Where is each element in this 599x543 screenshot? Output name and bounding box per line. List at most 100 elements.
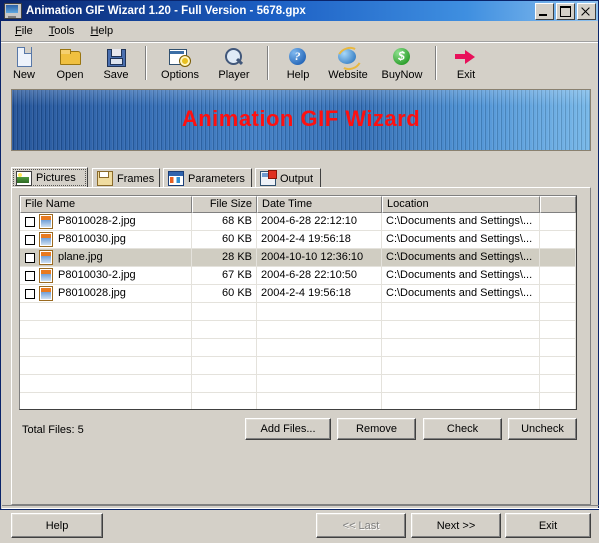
cell-empty	[192, 357, 257, 375]
output-icon	[260, 170, 277, 186]
file-name-text: P8010028.jpg	[58, 287, 126, 299]
cell-empty	[540, 375, 576, 393]
next-button[interactable]: Next >>	[411, 513, 501, 538]
tab-parameters[interactable]: Parameters	[163, 168, 252, 188]
menu-item-help[interactable]: Help	[82, 23, 121, 39]
help-question-icon: ?	[286, 46, 310, 68]
add-files-button[interactable]: Add Files...	[245, 418, 331, 440]
navigation-bar: Help << Last Next >> Exit	[11, 511, 591, 543]
table-row[interactable]: P8010028.jpg 60 KB 2004-2-4 19:56:18 C:\Doc…	[20, 285, 576, 303]
toolbar-label-exit: Exit	[456, 69, 476, 81]
table-row[interactable]: P8010028-2.jpg 68 KB 2004-6-28 22:12:10 C:\…	[20, 213, 576, 231]
row-checkbox[interactable]	[25, 288, 35, 299]
file-list[interactable]: File Name File Size Date Time Location P…	[19, 195, 577, 410]
cell-extra	[540, 267, 576, 285]
cell-empty	[20, 321, 192, 339]
footer-divider	[2, 505, 599, 509]
add-files-label: Add Files...	[260, 423, 316, 435]
cell-extra	[540, 285, 576, 303]
cell-empty	[257, 339, 382, 357]
last-button[interactable]: << Last	[316, 513, 406, 538]
cell-empty	[20, 375, 192, 393]
cell-empty	[192, 303, 257, 321]
uncheck-button[interactable]: Uncheck	[508, 418, 577, 440]
toolbar-button-new[interactable]: New	[1, 46, 47, 81]
cell-file-size: 60 KB	[192, 285, 257, 303]
table-row-empty	[20, 321, 576, 339]
tab-frames[interactable]: Frames	[92, 168, 160, 188]
cell-empty	[257, 393, 382, 409]
toolbar-separator-1	[145, 46, 147, 80]
file-name-text: P8010030.jpg	[58, 233, 126, 245]
table-row[interactable]: plane.jpg 28 KB 2004-10-10 12:36:10 C:\Docu…	[20, 249, 576, 267]
jpeg-file-icon	[39, 214, 53, 229]
table-row-empty	[20, 303, 576, 321]
toolbar-button-exit[interactable]: Exit	[443, 46, 489, 81]
table-row-empty	[20, 375, 576, 393]
row-checkbox[interactable]	[25, 252, 35, 263]
jpeg-file-icon	[39, 268, 53, 283]
cell-extra	[540, 213, 576, 231]
tab-parameters-label: Parameters	[188, 172, 245, 185]
table-row[interactable]: P8010030.jpg 60 KB 2004-2-4 19:56:18 C:\Doc…	[20, 231, 576, 249]
cell-file-size: 28 KB	[192, 249, 257, 267]
remove-label: Remove	[356, 423, 397, 435]
cell-empty	[540, 321, 576, 339]
cell-empty	[20, 339, 192, 357]
toolbar-label-player: Player	[218, 69, 250, 81]
row-checkbox[interactable]	[25, 270, 35, 281]
tab-output[interactable]: Output	[255, 168, 321, 188]
file-name-text: plane.jpg	[58, 251, 103, 263]
cell-empty	[382, 375, 540, 393]
check-button[interactable]: Check	[423, 418, 502, 440]
file-list-body: P8010028-2.jpg 68 KB 2004-6-28 22:12:10 C:\…	[20, 213, 576, 409]
application-window: Animation GIF Wizard 1.20 - Full Version…	[0, 0, 599, 538]
cell-empty	[20, 357, 192, 375]
cell-location: C:\Documents and Settings\...	[382, 285, 540, 303]
toolbar-button-open[interactable]: Open	[47, 46, 93, 81]
toolbar-button-save[interactable]: Save	[93, 46, 139, 81]
cell-empty	[540, 357, 576, 375]
column-header-extra[interactable]	[540, 196, 576, 213]
column-header-date-time[interactable]: Date Time	[257, 196, 382, 213]
maximize-button[interactable]	[556, 2, 575, 20]
menu-item-tools[interactable]: Tools	[41, 23, 83, 39]
table-row-empty	[20, 393, 576, 409]
remove-button[interactable]: Remove	[337, 418, 416, 440]
tab-pictures[interactable]: Pictures	[11, 167, 88, 188]
website-browser-icon	[334, 43, 365, 74]
toolbar-separator-2	[267, 46, 269, 80]
toolbar-button-player[interactable]: Player	[207, 46, 261, 81]
column-header-file-size[interactable]: File Size	[192, 196, 257, 213]
cell-empty	[382, 321, 540, 339]
row-checkbox[interactable]	[25, 216, 35, 227]
cell-extra	[540, 231, 576, 249]
toolbar-button-options[interactable]: Options	[153, 46, 207, 81]
minimize-button[interactable]	[535, 2, 554, 20]
toolbar-button-help[interactable]: ? Help	[275, 46, 321, 81]
row-checkbox[interactable]	[25, 234, 35, 245]
close-button[interactable]	[577, 2, 596, 20]
toolbar-button-website[interactable]: Website	[321, 43, 375, 81]
cell-empty	[382, 393, 540, 409]
tab-frames-label: Frames	[117, 172, 155, 185]
buynow-dollar-icon: $	[390, 46, 414, 68]
help-button[interactable]: Help	[11, 513, 103, 538]
toolbar-button-buynow[interactable]: $ BuyNow	[375, 46, 429, 81]
cell-empty	[257, 303, 382, 321]
column-header-location[interactable]: Location	[382, 196, 540, 213]
cell-empty	[192, 339, 257, 357]
menu-item-file[interactable]: File	[7, 23, 41, 39]
menu-item-help-rest: elp	[98, 24, 114, 37]
table-row[interactable]: P8010030-2.jpg 67 KB 2004-6-28 22:10:50 C:\…	[20, 267, 576, 285]
banner: Animation GIF Wizard	[11, 89, 591, 151]
column-header-file-name[interactable]: File Name	[20, 196, 192, 213]
exit-button[interactable]: Exit	[505, 513, 591, 538]
uncheck-label: Uncheck	[521, 423, 564, 435]
jpeg-file-icon	[39, 232, 53, 247]
cell-date-time: 2004-2-4 19:56:18	[257, 231, 382, 249]
cell-empty	[257, 357, 382, 375]
cell-empty	[540, 339, 576, 357]
cell-empty	[192, 393, 257, 409]
file-list-header: File Name File Size Date Time Location	[20, 196, 576, 213]
